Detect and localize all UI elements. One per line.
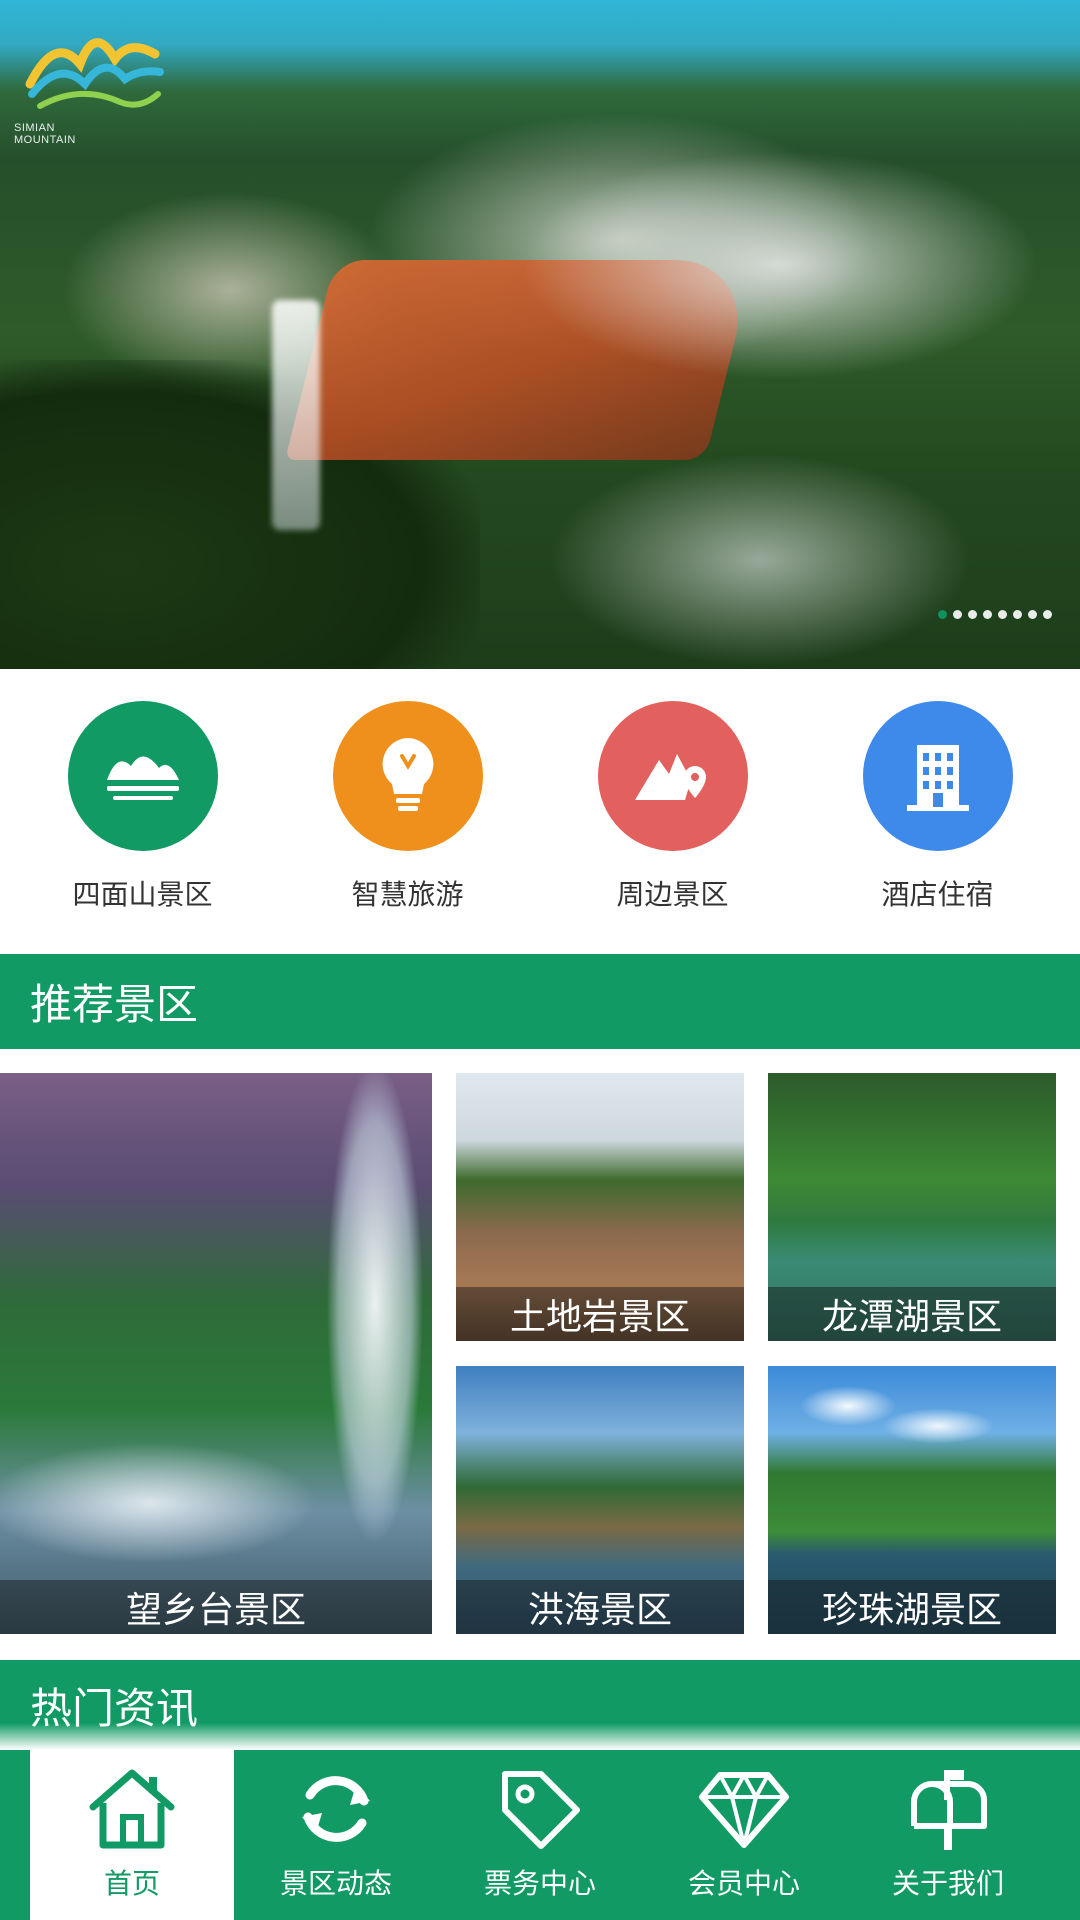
building-icon: [862, 701, 1013, 851]
mountain-pin-icon: [597, 701, 748, 851]
diamond-icon: [698, 1766, 790, 1852]
bottom-tab-bar: 首页 景区动态 票务中心 会员中心 关于我们: [0, 1750, 1080, 1920]
tag-icon: [497, 1766, 583, 1852]
refresh-icon: [294, 1766, 378, 1852]
logo-text: SIMIAN MOUNTAIN: [14, 122, 76, 146]
hero-mist: [520, 150, 1040, 380]
logo-text-line2: MOUNTAIN: [14, 134, 76, 146]
tab-label: 票务中心: [483, 1867, 596, 1900]
tab-label: 首页: [103, 1867, 160, 1900]
home-icon: [87, 1766, 177, 1852]
lightbulb-icon: [332, 701, 483, 851]
tab-home[interactable]: 首页: [30, 1750, 234, 1920]
section-header-recommended: 推荐景区: [0, 954, 1080, 1049]
tile-caption: 望乡台景区: [0, 1580, 432, 1634]
quicknav-label: 智慧旅游: [351, 878, 464, 911]
tile-caption: 土地岩景区: [456, 1287, 744, 1341]
carousel-dot[interactable]: [1043, 610, 1052, 619]
tile-caption: 洪海景区: [456, 1580, 744, 1634]
quicknav-label: 周边景区: [616, 878, 729, 911]
carousel-dot[interactable]: [1013, 610, 1022, 619]
quicknav-hotel[interactable]: 酒店住宿: [828, 669, 1048, 913]
tile-caption: 珍珠湖景区: [768, 1580, 1056, 1634]
carousel-dot[interactable]: [968, 610, 977, 619]
hero-carousel[interactable]: SIMIAN MOUNTAIN: [0, 0, 1080, 669]
tab-scenic-news[interactable]: 景区动态: [234, 1750, 438, 1920]
section-title: 推荐景区: [30, 980, 199, 1029]
tile-caption: 龙潭湖景区: [768, 1287, 1056, 1341]
quicknav-label: 酒店住宿: [881, 878, 994, 911]
quicknav-nearby[interactable]: 周边景区: [563, 669, 783, 913]
mountain-sun-icon: [67, 701, 218, 851]
carousel-dot[interactable]: [1028, 610, 1037, 619]
quicknav-label: 四面山景区: [72, 878, 213, 911]
carousel-dot[interactable]: [998, 610, 1007, 619]
tab-about[interactable]: 关于我们: [846, 1750, 1050, 1920]
tab-member[interactable]: 会员中心: [642, 1750, 846, 1920]
tab-label: 景区动态: [279, 1867, 392, 1900]
hero-waterfall: [272, 300, 320, 530]
tab-tickets[interactable]: 票务中心: [438, 1750, 642, 1920]
logo-text-line1: SIMIAN: [14, 122, 55, 134]
carousel-dot[interactable]: [983, 610, 992, 619]
quicknav-scenic-area[interactable]: 四面山景区: [33, 669, 253, 913]
scenic-tile-honghai[interactable]: 洪海景区: [456, 1366, 744, 1634]
scenic-tile-tudiyan[interactable]: 土地岩景区: [456, 1073, 744, 1341]
scenic-tile-longtanhu[interactable]: 龙潭湖景区: [768, 1073, 1056, 1341]
section-title: 热门资讯: [30, 1683, 199, 1733]
section-header-news: 热门资讯: [0, 1660, 1080, 1750]
tab-label: 关于我们: [891, 1867, 1004, 1900]
carousel-dot[interactable]: [938, 610, 947, 619]
carousel-dot[interactable]: [953, 610, 962, 619]
scenic-tile-zhenzhuhu[interactable]: 珍珠湖景区: [768, 1366, 1056, 1634]
quick-nav: 四面山景区 智慧旅游 周边景区 酒店住宿: [0, 669, 1080, 954]
scenic-tile-wangxiangtai[interactable]: 望乡台景区: [0, 1073, 432, 1634]
tab-label: 会员中心: [687, 1867, 800, 1900]
mailbox-icon: [906, 1766, 990, 1852]
quicknav-smart-tour[interactable]: 智慧旅游: [298, 669, 518, 913]
carousel-dots: [938, 610, 1052, 619]
